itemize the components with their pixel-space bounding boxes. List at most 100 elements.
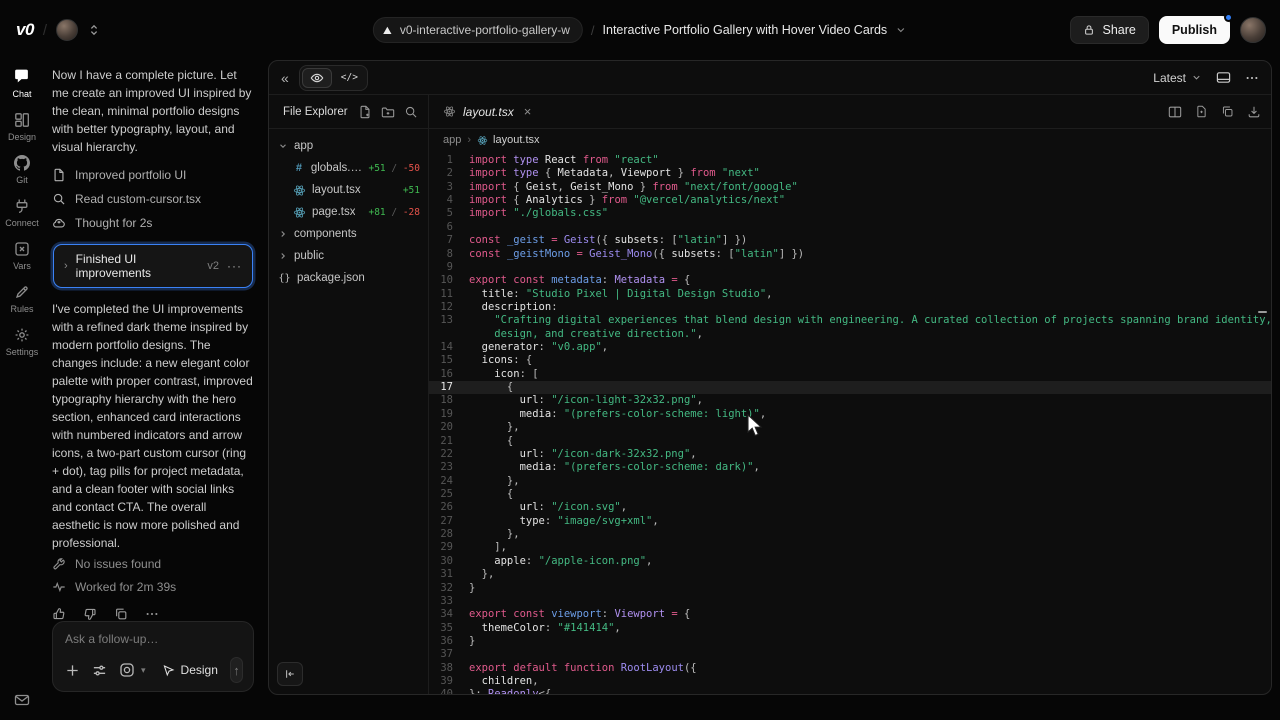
code-line[interactable]: 15 icons: { bbox=[429, 354, 1271, 367]
code-line[interactable]: 39 children, bbox=[429, 675, 1271, 688]
chat-title[interactable]: Interactive Portfolio Gallery with Hover… bbox=[603, 23, 888, 37]
file-diff-icon[interactable] bbox=[1195, 105, 1208, 118]
code-line[interactable]: 18 url: "/icon-light-32x32.png", bbox=[429, 394, 1271, 407]
code-line[interactable]: 13 "Crafting digital experiences that bl… bbox=[429, 314, 1271, 327]
project-pill[interactable]: v0-interactive-portfolio-gallery-w bbox=[373, 17, 583, 43]
code-line[interactable]: 20 }, bbox=[429, 421, 1271, 434]
sliders-icon[interactable] bbox=[92, 663, 107, 678]
code-line[interactable]: 19 media: "(prefers-color-scheme: light)… bbox=[429, 408, 1271, 421]
publish-button[interactable]: Publish bbox=[1159, 16, 1230, 44]
collapse-panel-icon[interactable]: « bbox=[281, 70, 289, 86]
code-line[interactable]: 25 { bbox=[429, 488, 1271, 501]
code-line[interactable]: 24 }, bbox=[429, 475, 1271, 488]
code-line[interactable]: 9 bbox=[429, 261, 1271, 274]
code-line[interactable]: 3import { Geist, Geist_Mono } from "next… bbox=[429, 181, 1271, 194]
more-icon[interactable]: ··· bbox=[227, 259, 242, 273]
code-line[interactable]: 33 bbox=[429, 595, 1271, 608]
new-folder-icon[interactable] bbox=[381, 105, 395, 119]
code-line[interactable]: 32} bbox=[429, 582, 1271, 595]
copy-icon[interactable] bbox=[114, 607, 128, 621]
code-line[interactable]: 37 bbox=[429, 648, 1271, 661]
tree-file-package-json[interactable]: {} package.json bbox=[269, 267, 428, 289]
code-line[interactable]: 8const _geistMono = Geist_Mono({ subsets… bbox=[429, 248, 1271, 261]
code-line[interactable]: 11 title: "Studio Pixel | Digital Design… bbox=[429, 288, 1271, 301]
code-line[interactable]: 10export const metadata: Metadata = { bbox=[429, 274, 1271, 287]
new-file-icon[interactable] bbox=[358, 105, 372, 119]
version-select[interactable]: Latest bbox=[1153, 71, 1202, 85]
tree-folder-public[interactable]: public bbox=[269, 245, 428, 267]
scope-icon[interactable] bbox=[119, 662, 135, 678]
code-line[interactable]: 35 themeColor: "#141414", bbox=[429, 622, 1271, 635]
code-line[interactable]: 6 bbox=[429, 221, 1271, 234]
rail-item-vars[interactable]: Vars bbox=[13, 241, 31, 271]
design-mode-button[interactable]: Design bbox=[162, 663, 218, 677]
code-line[interactable]: 34export const viewport: Viewport = { bbox=[429, 608, 1271, 621]
scrollbar-marker[interactable] bbox=[1258, 311, 1267, 313]
code-line[interactable]: 21 { bbox=[429, 435, 1271, 448]
task-read-file[interactable]: Read custom-cursor.tsx bbox=[52, 188, 254, 211]
version-card[interactable]: › Finished UI improvements v2 ··· bbox=[53, 244, 253, 288]
code-line[interactable]: 31 }, bbox=[429, 568, 1271, 581]
tree-folder-app[interactable]: app bbox=[269, 135, 428, 157]
rail-item-settings[interactable]: Settings bbox=[6, 327, 39, 357]
more-icon[interactable] bbox=[1245, 71, 1259, 85]
follow-up-input[interactable] bbox=[65, 632, 243, 646]
task-thought[interactable]: Thought for 2s bbox=[52, 212, 254, 235]
code-line[interactable]: 26 url: "/icon.svg", bbox=[429, 501, 1271, 514]
code-line[interactable]: 22 url: "/icon-dark-32x32.png", bbox=[429, 448, 1271, 461]
code-toggle[interactable]: </> bbox=[334, 70, 365, 85]
chevron-down-icon[interactable] bbox=[895, 24, 907, 36]
code-line[interactable]: 40}: Readonly<{ bbox=[429, 688, 1271, 694]
send-button[interactable]: ↑ bbox=[230, 657, 243, 683]
composer[interactable]: ▾ Design ↑ bbox=[52, 621, 254, 692]
code-line[interactable]: 16 icon: [ bbox=[429, 368, 1271, 381]
code-line[interactable]: 36} bbox=[429, 635, 1271, 648]
code-line[interactable]: 23 media: "(prefers-color-scheme: dark)"… bbox=[429, 461, 1271, 474]
tree-folder-components[interactable]: components bbox=[269, 223, 428, 245]
status-worked[interactable]: Worked for 2m 39s bbox=[52, 575, 254, 599]
more-icon[interactable] bbox=[145, 607, 159, 621]
tree-file-page-tsx[interactable]: page.tsx +81 / -28 bbox=[269, 201, 428, 223]
share-button[interactable]: Share bbox=[1070, 16, 1148, 44]
rail-item-connect[interactable]: Connect bbox=[5, 198, 39, 228]
chevron-updown-icon[interactable] bbox=[87, 23, 101, 37]
rail-item-git[interactable]: Git bbox=[14, 155, 30, 185]
thumbs-up-icon[interactable] bbox=[52, 607, 66, 621]
code-line[interactable]: 5import "./globals.css" bbox=[429, 207, 1271, 220]
code-lines[interactable]: 1import type React from "react"2import t… bbox=[429, 151, 1271, 694]
collapse-sidebar-button[interactable] bbox=[277, 662, 303, 686]
code-line[interactable]: 27 type: "image/svg+xml", bbox=[429, 515, 1271, 528]
code-line[interactable]: 12 description: bbox=[429, 301, 1271, 314]
preview-toggle[interactable] bbox=[302, 68, 332, 88]
tab-layout-tsx[interactable]: layout.tsx × bbox=[439, 104, 535, 119]
chevron-down-icon[interactable]: ▾ bbox=[141, 665, 146, 676]
rail-item-chat[interactable]: Chat bbox=[12, 68, 31, 99]
code-line[interactable]: 7const _geist = Geist({ subsets: ["latin… bbox=[429, 234, 1271, 247]
tree-file-layout-tsx[interactable]: layout.tsx +51 bbox=[269, 179, 428, 201]
search-icon[interactable] bbox=[404, 105, 418, 119]
tree-file-globals-css[interactable]: # globals.css +51 / -50 bbox=[269, 157, 428, 179]
code-line[interactable]: 1import type React from "react" bbox=[429, 154, 1271, 167]
code-line[interactable]: 2import type { Metadata, Viewport } from… bbox=[429, 167, 1271, 180]
download-icon[interactable] bbox=[1247, 105, 1261, 119]
status-no-issues[interactable]: No issues found bbox=[52, 552, 254, 576]
workspace-avatar[interactable] bbox=[56, 19, 78, 41]
code-line[interactable]: 29 ], bbox=[429, 541, 1271, 554]
task-improved-portfolio[interactable]: Improved portfolio UI bbox=[52, 164, 254, 187]
code-line[interactable]: design, and creative direction.", bbox=[429, 328, 1271, 341]
code-line[interactable]: 30 apple: "/apple-icon.png", bbox=[429, 555, 1271, 568]
split-editor-icon[interactable] bbox=[1168, 105, 1182, 119]
code-line[interactable]: 14 generator: "v0.app", bbox=[429, 341, 1271, 354]
breadcrumb[interactable]: app › layout.tsx bbox=[429, 129, 1271, 151]
code-line[interactable]: 17 { bbox=[429, 381, 1271, 394]
plus-icon[interactable] bbox=[65, 663, 80, 678]
mail-icon[interactable] bbox=[14, 692, 30, 708]
thumbs-down-icon[interactable] bbox=[83, 607, 97, 621]
rail-item-design[interactable]: Design bbox=[8, 112, 36, 142]
browser-window-icon[interactable] bbox=[1216, 70, 1231, 85]
code-line[interactable]: 28 }, bbox=[429, 528, 1271, 541]
code-line[interactable]: 4import { Analytics } from "@vercel/anal… bbox=[429, 194, 1271, 207]
close-tab-icon[interactable]: × bbox=[524, 104, 532, 119]
code-line[interactable]: 38export default function RootLayout({ bbox=[429, 662, 1271, 675]
v0-logo[interactable]: v0 bbox=[16, 20, 34, 40]
